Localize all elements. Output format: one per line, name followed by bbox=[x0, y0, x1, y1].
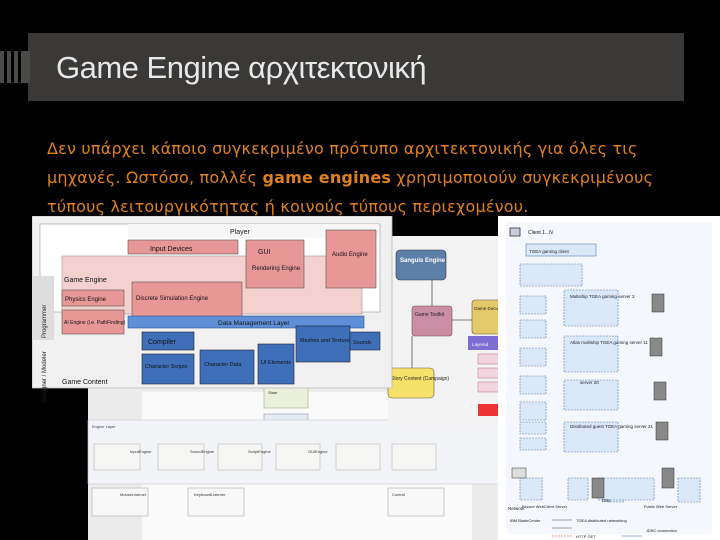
audio-engine-label: Audio Engine bbox=[332, 252, 368, 258]
dbs-label: DBs bbox=[602, 498, 611, 503]
input-devices-label: Input Devices bbox=[150, 246, 193, 253]
game-content-label: Game Content bbox=[62, 379, 108, 386]
discrete-simulation-label: Discrete Simulation Engine bbox=[136, 296, 209, 302]
sound-engine-label: SoundEngine bbox=[190, 449, 215, 454]
slide-body: Δεν υπάρχει κάποιο συγκεκριμένο πρότυπο … bbox=[47, 134, 687, 221]
input-engine-label: InputEngine bbox=[130, 449, 152, 454]
server-2-label: Multiship TGEA gaming server 2 bbox=[570, 294, 635, 299]
server-distributed-label: Distributed guest TGEA gaming server 21 bbox=[570, 424, 653, 429]
network-architecture-diagram: Client 1...N TGEA gaming client Multishi… bbox=[498, 216, 720, 540]
programmer-label: Programmer bbox=[42, 305, 48, 338]
server-11-label: Atlas multiship TGEA gaming server 11 bbox=[570, 340, 648, 345]
network-legend-label: Network bbox=[508, 506, 525, 511]
ui-elements-label: UI Elements bbox=[261, 360, 291, 366]
rendering-engine-label: Rendering Engine bbox=[252, 266, 301, 272]
meshes-label: Meshes and Textures bbox=[300, 338, 352, 344]
game-engine-label: Game Engine bbox=[64, 277, 107, 284]
layered-label: Layered bbox=[472, 342, 489, 347]
body-text-bold: game engines bbox=[262, 168, 392, 187]
tgea-client-label: TGEA gaming client bbox=[529, 249, 570, 254]
story-content-label: Story Content (Campaign) bbox=[391, 376, 449, 382]
server-20-label: server 20 bbox=[580, 380, 599, 385]
jdbc-label: JDBC connection bbox=[646, 528, 677, 533]
client-label: Client 1...N bbox=[528, 230, 553, 236]
web-server-label: Public Web Server bbox=[644, 504, 678, 509]
sanguis-engine-label: Sanguis Engine bbox=[400, 258, 446, 264]
script-engine-label: ScriptEngine bbox=[248, 449, 271, 454]
control-label: Control bbox=[392, 492, 405, 497]
gui-label: GUI bbox=[258, 249, 271, 256]
compiler-label: Compiler bbox=[148, 339, 177, 346]
game-engine-diagram: Player Input Devices GUI Rendering Engin… bbox=[32, 216, 393, 402]
mouse-listener-label: MouseListener bbox=[120, 492, 147, 497]
state-box-label: State bbox=[268, 390, 278, 395]
designer-label: Designer / Modeler bbox=[42, 351, 48, 402]
ai-engine-label: AI Engine (i.e. PathFinding) bbox=[64, 320, 125, 326]
physics-engine-label: Physics Engine bbox=[65, 297, 107, 303]
game-toolkit-label: Game Toolkit bbox=[415, 312, 445, 318]
networking-label: TGEA distributed networking bbox=[576, 518, 627, 523]
architecture-diagram-collage: State Camera Engine Layer InputEngine So… bbox=[32, 216, 720, 540]
character-data-label: Character Data bbox=[204, 362, 242, 368]
blade-center-label: IBM BladeCenter bbox=[510, 518, 541, 523]
character-scripts-label: Character Scripts bbox=[145, 364, 188, 370]
http-label: HTTP GET bbox=[576, 534, 596, 539]
title-decoration bbox=[0, 51, 30, 83]
data-management-label: Data Management Layer bbox=[218, 320, 290, 327]
secure-web-label: Secure WebClient Server bbox=[522, 504, 568, 509]
sounds-label: Sounds bbox=[353, 340, 372, 346]
player-label: Player bbox=[230, 229, 251, 236]
slide-title: Game Engine αρχιτεκτονική bbox=[56, 50, 427, 85]
keyboard-listener-label: KeyboardListener bbox=[194, 492, 226, 497]
engine-layer-label: Engine Layer bbox=[92, 424, 116, 429]
gui-engine-label: GUIEngine bbox=[308, 449, 328, 454]
